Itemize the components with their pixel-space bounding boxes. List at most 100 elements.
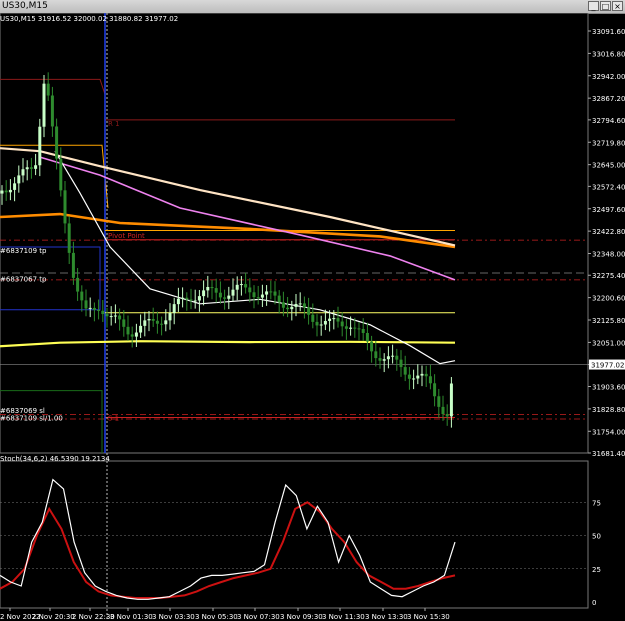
candle-body xyxy=(172,304,176,313)
time-tick-label: 2 Nov 22:30 xyxy=(72,613,115,621)
time-tick-label: 3 Nov 01:30 xyxy=(110,613,153,621)
candle-body xyxy=(185,297,189,300)
candle-body xyxy=(315,321,319,326)
candle-body xyxy=(8,189,12,193)
time-tick-label: 3 Nov 05:30 xyxy=(195,613,238,621)
price-tick-label: 32942.00 xyxy=(592,73,625,81)
candle-body xyxy=(231,289,235,296)
candle-body xyxy=(265,291,269,295)
candle-body xyxy=(97,309,101,311)
candle-body xyxy=(21,169,25,176)
candle-body xyxy=(407,374,411,379)
candle-body xyxy=(223,297,227,299)
candle-body xyxy=(235,284,239,290)
candle-body xyxy=(206,286,210,291)
candle-body xyxy=(202,290,206,297)
candle-body xyxy=(357,328,361,330)
maximize-button[interactable]: □ xyxy=(600,1,611,11)
candle-body xyxy=(126,326,130,335)
candle-body xyxy=(437,396,441,407)
candle-body xyxy=(248,287,252,293)
candle-body xyxy=(391,355,395,357)
candle-body xyxy=(428,376,432,384)
candle-body xyxy=(290,306,294,310)
candle-body xyxy=(160,323,164,325)
candle-body xyxy=(25,167,29,170)
minimize-button[interactable]: _ xyxy=(588,1,599,11)
stochastic-label: Stoch(34,6,2) 46.5390 19.2134 xyxy=(0,455,110,463)
candle-body xyxy=(105,314,109,317)
candle-body xyxy=(374,351,378,359)
candle-body xyxy=(365,332,369,342)
candle-body xyxy=(193,300,197,302)
candle-body xyxy=(328,318,332,321)
candle-body xyxy=(244,284,248,288)
candle-body xyxy=(147,318,151,321)
candle-body xyxy=(71,252,75,278)
candle-body xyxy=(441,406,445,415)
candle-body xyxy=(370,341,374,352)
candle-body xyxy=(218,292,222,298)
price-tick-label: 32422.80 xyxy=(592,228,625,236)
candle-body xyxy=(361,329,365,333)
time-tick-label: 3 Nov 07:30 xyxy=(237,613,280,621)
candle-body xyxy=(122,319,126,327)
candle-body xyxy=(210,286,214,289)
candle-body xyxy=(294,303,298,307)
price-tick-label: 32497.60 xyxy=(592,206,625,214)
candle-body xyxy=(88,307,92,309)
candle-body xyxy=(286,307,290,310)
window-title: US30,M15 xyxy=(2,1,48,11)
order-label: #6837109 tp xyxy=(0,247,47,255)
candle-body xyxy=(449,383,453,417)
candle-body xyxy=(302,303,306,308)
price-tick-label: 32275.40 xyxy=(592,272,625,280)
candle-body xyxy=(273,291,277,296)
price-tick-label: 31977.02 xyxy=(591,362,624,370)
candle-body xyxy=(42,83,46,127)
price-tick-label: 32200.60 xyxy=(592,295,625,303)
candle-body xyxy=(13,183,17,190)
candle-body xyxy=(252,292,256,298)
window-titlebar[interactable]: US30,M15 _ □ × xyxy=(0,0,625,14)
candle-body xyxy=(92,307,96,310)
candle-body xyxy=(307,307,311,315)
candle-body xyxy=(298,303,302,305)
candle-body xyxy=(67,223,71,253)
candle-body xyxy=(378,358,382,361)
stoch-axis-label: 50 xyxy=(592,533,601,541)
candle-body xyxy=(412,378,416,380)
candle-body xyxy=(76,277,80,292)
price-chart[interactable]: 33091.60 33016.80 32942.00 32867.20 32794.60… xyxy=(0,13,625,621)
stoch-axis-label: 75 xyxy=(592,499,601,507)
candle-body xyxy=(353,327,357,329)
candle-body xyxy=(433,383,437,397)
candle-body xyxy=(332,318,336,320)
close-button[interactable]: × xyxy=(612,1,623,11)
candle-body xyxy=(323,320,327,325)
candle-body xyxy=(113,315,117,317)
candle-body xyxy=(382,359,386,361)
candle-body xyxy=(38,126,42,166)
candle-body xyxy=(386,356,390,360)
candle-body xyxy=(227,295,231,299)
candle-body xyxy=(84,300,88,309)
price-tick-label: 32348.00 xyxy=(592,251,625,259)
time-tick-label: 3 Nov 03:30 xyxy=(152,613,195,621)
candle-body xyxy=(143,320,147,326)
candle-body xyxy=(319,324,323,326)
price-tick-label: 32719.80 xyxy=(592,139,625,147)
candle-body xyxy=(176,298,180,305)
price-tick-label: 32645.00 xyxy=(592,162,625,170)
candle-body xyxy=(101,310,105,315)
candle-body xyxy=(424,373,428,377)
candle-body xyxy=(130,334,134,337)
candle-body xyxy=(80,291,84,301)
candle-body xyxy=(34,165,38,169)
stoch-axis-label: 0 xyxy=(592,599,596,607)
price-tick-label: 31903.60 xyxy=(592,384,625,392)
candle-body xyxy=(239,284,243,286)
candle-body xyxy=(395,355,399,360)
time-tick-label: 3 Nov 15:30 xyxy=(407,613,450,621)
candle-body xyxy=(349,327,353,329)
